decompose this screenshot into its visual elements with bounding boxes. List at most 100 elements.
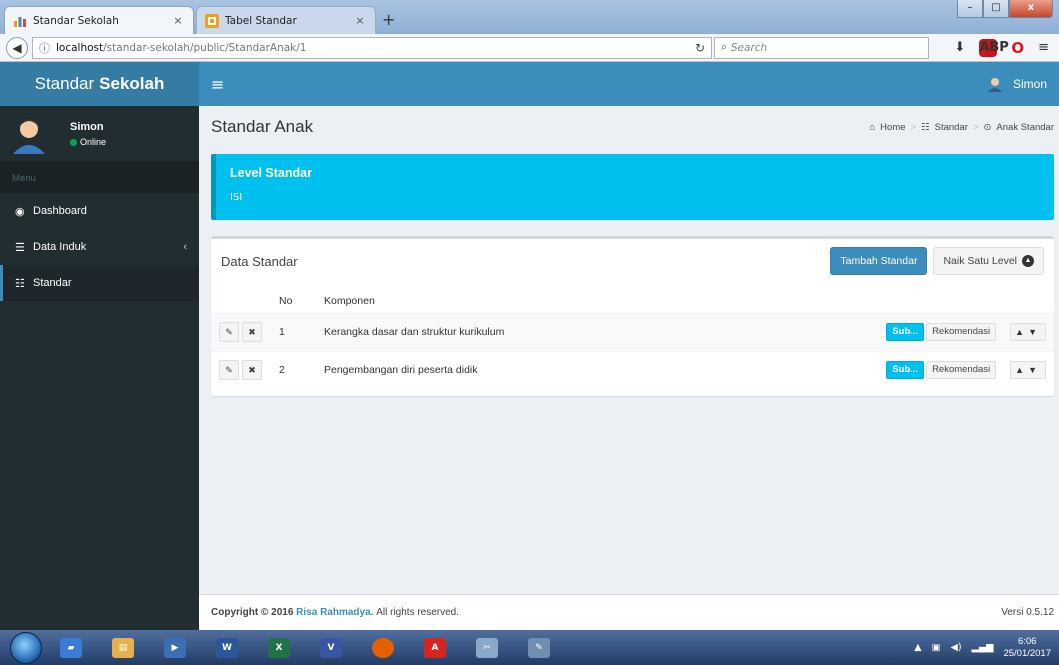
sidebar-item-data-induk[interactable]: ☰ Data Induk ‹	[0, 229, 199, 265]
back-arrow-icon[interactable]: ◀	[6, 36, 28, 59]
naik-satu-level-button[interactable]: Naik Satu Level ▲	[933, 247, 1044, 275]
top-navbar: ≡ Simon	[199, 62, 1059, 106]
taskbar-app-snipping[interactable]: ✂	[464, 633, 510, 663]
taskbar-app-explorer[interactable]: ▤	[100, 633, 146, 663]
download-icon[interactable]: ⬇	[954, 40, 965, 55]
callout-title: Level Standar	[230, 166, 312, 180]
tab-title: Standar Sekolah	[33, 14, 119, 27]
author-link[interactable]: Risa Rahmadya.	[296, 607, 373, 618]
breadcrumb-home[interactable]: Home	[880, 122, 905, 133]
reload-icon[interactable]: ↻	[695, 41, 705, 55]
row-actions: Sub... Rekomendasi ▲▼	[702, 350, 1054, 389]
callout-body: ISI	[230, 192, 243, 203]
new-tab-button[interactable]: +	[382, 10, 395, 29]
info-icon[interactable]: ⓘ	[39, 40, 50, 56]
page-title: Standar Anak	[211, 117, 314, 136]
tab-tabel-standar[interactable]: Tabel Standar ×	[196, 6, 376, 34]
sidebar-user-name: Simon	[70, 120, 104, 133]
signal-icon[interactable]: ▂▄▆	[972, 642, 994, 653]
table-row: ✎ ✖ 1 Kerangka dasar dan struktur kurikul…	[211, 312, 1054, 351]
row-komponen: Pengembangan diri peserta didik	[324, 350, 703, 389]
tambah-standar-button[interactable]: Tambah Standar	[830, 247, 928, 275]
taskbar-app-files[interactable]: ▰	[48, 633, 94, 663]
delete-icon[interactable]: ✖	[242, 322, 262, 342]
sidebar-item-label: Dashboard	[33, 205, 87, 217]
taskbar-app-media[interactable]: ▶	[152, 633, 198, 663]
clock[interactable]: 6:06 25/01/2017	[1003, 636, 1051, 660]
window-controls: – □ x	[957, 0, 1053, 18]
sidebar-item-standar[interactable]: ☷ Standar	[0, 265, 199, 301]
row-komponen: Kerangka dasar dan struktur kurikulum	[324, 312, 703, 351]
sidebar-item-label: Data Induk	[33, 241, 87, 253]
close-window-button[interactable]: x	[1009, 0, 1053, 18]
sidebar: Simon Online Menu ◉ Dashboard ☰ Data Ind…	[0, 106, 199, 630]
sub-button[interactable]: Sub...	[886, 323, 925, 341]
chevron-up-icon[interactable]: ▲	[1015, 327, 1028, 337]
taskbar-app-word[interactable]: W	[204, 633, 250, 663]
chevron-up-icon[interactable]: ▲	[1015, 365, 1028, 375]
visio-icon: V	[320, 637, 342, 658]
table-header-row: No Komponen	[211, 283, 1054, 313]
excel-icon: X	[268, 637, 290, 658]
header-user-name: Simon	[1012, 77, 1047, 91]
sub-button[interactable]: Sub...	[886, 361, 925, 380]
dashboard-icon: ◉	[15, 205, 25, 218]
content-header: Standar Anak ⌂ Home > ☷ Standar > ⊙ Anak…	[211, 106, 1054, 148]
acrobat-icon: A	[424, 637, 446, 658]
adblock-icon[interactable]: ABP	[979, 38, 1009, 57]
tab-standar-sekolah[interactable]: Standar Sekolah ×	[4, 6, 194, 34]
move-up-down-buttons[interactable]: ▲▼	[1010, 323, 1046, 341]
rights-text: All rights reserved.	[376, 607, 460, 618]
taskbar-app-visio[interactable]: V	[308, 633, 354, 663]
breadcrumb-standar[interactable]: Standar	[935, 122, 968, 133]
tab-close-icon[interactable]: ×	[171, 14, 185, 27]
minimize-button[interactable]: –	[957, 0, 983, 18]
clock-time: 6:06	[1017, 635, 1037, 647]
paint-icon: ✎	[528, 637, 550, 658]
opera-icon[interactable]: O	[1011, 39, 1024, 57]
folder-app-icon: ▰	[60, 637, 82, 658]
logo-bold-text: Sekolah	[99, 74, 165, 93]
url-bar[interactable]: ⓘ localhost/standar-sekolah/public/Stand…	[32, 36, 712, 59]
taskbar-app-paint[interactable]: ✎	[516, 633, 562, 663]
no-header: No	[279, 294, 293, 307]
volume-icon[interactable]: ◀)	[951, 642, 962, 653]
row-actions-header	[702, 283, 1054, 313]
hamburger-menu-icon[interactable]: ≡	[1038, 40, 1049, 55]
row-actions: Sub... Rekomendasi ▲▼	[702, 312, 1054, 351]
user-menu[interactable]: Simon	[986, 76, 1047, 92]
taskbar-app-firefox[interactable]	[360, 633, 406, 663]
sidebar-item-dashboard[interactable]: ◉ Dashboard	[0, 193, 199, 229]
app-header: Standar Sekolah ≡ Simon	[0, 62, 1059, 106]
komponen-header: Komponen	[324, 294, 375, 307]
delete-icon[interactable]: ✖	[242, 360, 262, 381]
box-title: Data Standar	[221, 253, 298, 269]
move-up-down-buttons[interactable]: ▲▼	[1010, 361, 1046, 380]
sidebar-toggle-icon[interactable]: ≡	[211, 75, 224, 94]
edit-icon[interactable]: ✎	[219, 322, 239, 342]
taskbar-app-excel[interactable]: X	[256, 633, 302, 663]
chevron-down-icon[interactable]: ▼	[1028, 365, 1041, 375]
edit-icon[interactable]: ✎	[219, 360, 239, 381]
version-text: Versi 0.5.12	[1001, 607, 1054, 618]
main-content: Standar Anak ⌂ Home > ☷ Standar > ⊙ Anak…	[199, 106, 1059, 594]
menu-header: Menu	[0, 161, 199, 193]
search-input[interactable]: ⌕ Search	[714, 36, 929, 59]
tab-close-icon[interactable]: ×	[353, 14, 367, 27]
taskbar-app-acrobat[interactable]: A	[412, 633, 458, 663]
search-placeholder: Search	[730, 41, 768, 54]
maximize-button[interactable]: □	[983, 0, 1009, 18]
tray-arrow-icon[interactable]: ▲	[914, 642, 921, 653]
rekomendasi-button[interactable]: Rekomendasi	[926, 361, 997, 380]
breadcrumb: ⌂ Home > ☷ Standar > ⊙ Anak Standar	[869, 122, 1054, 133]
start-button-icon[interactable]	[10, 631, 42, 664]
network-icon[interactable]: ▣	[932, 642, 941, 653]
app-logo[interactable]: Standar Sekolah	[0, 62, 199, 106]
url-host: localhost	[56, 41, 104, 54]
row-edit-delete: ✎ ✖	[211, 350, 279, 389]
rekomendasi-button[interactable]: Rekomendasi	[926, 323, 997, 341]
chevron-down-icon[interactable]: ▼	[1028, 327, 1041, 337]
browser-nav-bar: ◀ ⓘ localhost/standar-sekolah/public/Sta…	[0, 34, 1059, 62]
avatar	[10, 113, 48, 154]
sidebar-item-label: Standar	[33, 277, 72, 289]
